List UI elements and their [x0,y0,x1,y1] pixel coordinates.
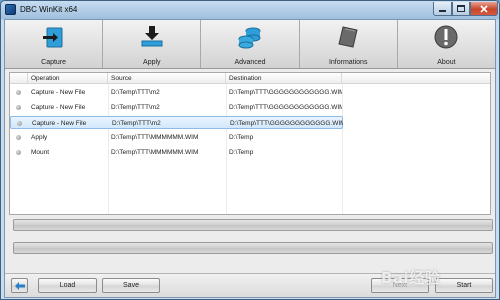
column-header-operation[interactable]: Operation [28,73,108,84]
table-row[interactable]: Capture - New File D:\Temp\TTT\m2 D:\Tem… [10,101,343,114]
cell-operation: Apply [31,134,48,141]
toolbar-informations-button[interactable]: Informations [299,20,398,68]
toolbar-advanced-label: Advanced [234,59,266,66]
maximize-button[interactable] [452,2,470,16]
status-dot-icon [17,121,22,126]
toolbar-about-label: About [437,59,456,66]
title-bar[interactable]: DBC WinKit x64 [1,1,499,19]
minimize-button[interactable] [433,2,452,16]
cell-operation: Capture - New File [32,120,87,127]
cell-source: D:\Temp\TTT\m2 [111,104,160,111]
cell-source: D:\Temp\TTT\MMMMMM.WIM [111,134,199,141]
toolbar-advanced-button[interactable]: Advanced [201,20,300,68]
toolbar-capture-label: Capture [41,59,67,66]
minimize-icon [439,10,446,12]
cell-destination: D:\Temp\TTT\GGGGGGGGGGGG.WIM [229,89,342,96]
save-button[interactable]: Save [102,278,160,293]
cell-destination: D:\Temp\TTT\GGGGGGGGGGGG.WIM [230,120,343,127]
toolbar: Capture Apply Advanced Informations Abou… [5,20,496,69]
watermark: Bai经验 [381,269,441,287]
column-header-source[interactable]: Source [108,73,226,84]
operations-table[interactable]: Operation Source Destination Capture - N… [9,72,491,215]
start-button[interactable]: Start [435,278,493,293]
close-icon [480,4,488,13]
toolbar-about-button[interactable]: About [397,20,496,68]
progress-bar-primary [13,219,493,231]
load-button[interactable]: Load [38,278,97,293]
cell-operation: Capture - New File [31,89,86,96]
toolbar-apply-button[interactable]: Apply [103,20,202,68]
maximize-icon [457,5,465,12]
table-row[interactable]: Apply D:\Temp\TTT\MMMMMM.WIM D:\Temp [10,131,343,144]
table-row-selected[interactable]: Capture - New File D:\Temp\TTT\m2 D:\Tem… [10,116,343,129]
status-dot-icon [16,105,21,110]
informations-icon [338,26,358,48]
cell-operation: Mount [31,149,50,156]
toolbar-informations-label: Informations [328,59,368,66]
app-window: DBC WinKit x64 Capture Apply Advanced In… [0,0,500,300]
status-dot-icon [16,135,21,140]
table-row[interactable]: Capture - New File D:\Temp\TTT\m2 D:\Tem… [10,86,343,99]
cell-operation: Capture - New File [31,104,86,111]
close-button[interactable] [470,2,498,16]
table-row[interactable]: Mount D:\Temp\TTT\MMMMMM.WIM D:\Temp [10,146,343,159]
table-header: Operation Source Destination [10,73,490,84]
column-header-icon[interactable] [10,73,28,84]
advanced-icon [238,27,261,49]
progress-bar-secondary [13,242,493,254]
toolbar-apply-label: Apply [143,59,161,66]
cell-destination: D:\Temp\TTT\GGGGGGGGGGGG.WIM [229,104,342,111]
about-icon [434,25,458,49]
cell-source: D:\Temp\TTT\m2 [111,89,160,96]
toolbar-capture-button[interactable]: Capture [5,20,104,68]
window-title: DBC WinKit x64 [20,5,78,14]
back-button[interactable] [11,278,28,293]
arrow-left-icon [14,281,25,290]
app-icon [5,4,16,15]
main-panel: Capture Apply Advanced Informations Abou… [4,19,496,298]
cell-destination: D:\Temp [229,134,254,141]
column-header-filler [342,73,492,84]
cell-destination: D:\Temp [229,149,254,156]
cell-source: D:\Temp\TTT\m2 [112,120,161,127]
apply-icon [141,26,163,47]
status-dot-icon [16,150,21,155]
status-dot-icon [16,90,21,95]
cell-source: D:\Temp\TTT\MMMMMM.WIM [111,149,199,156]
column-header-destination[interactable]: Destination [226,73,342,84]
capture-icon [42,27,63,48]
